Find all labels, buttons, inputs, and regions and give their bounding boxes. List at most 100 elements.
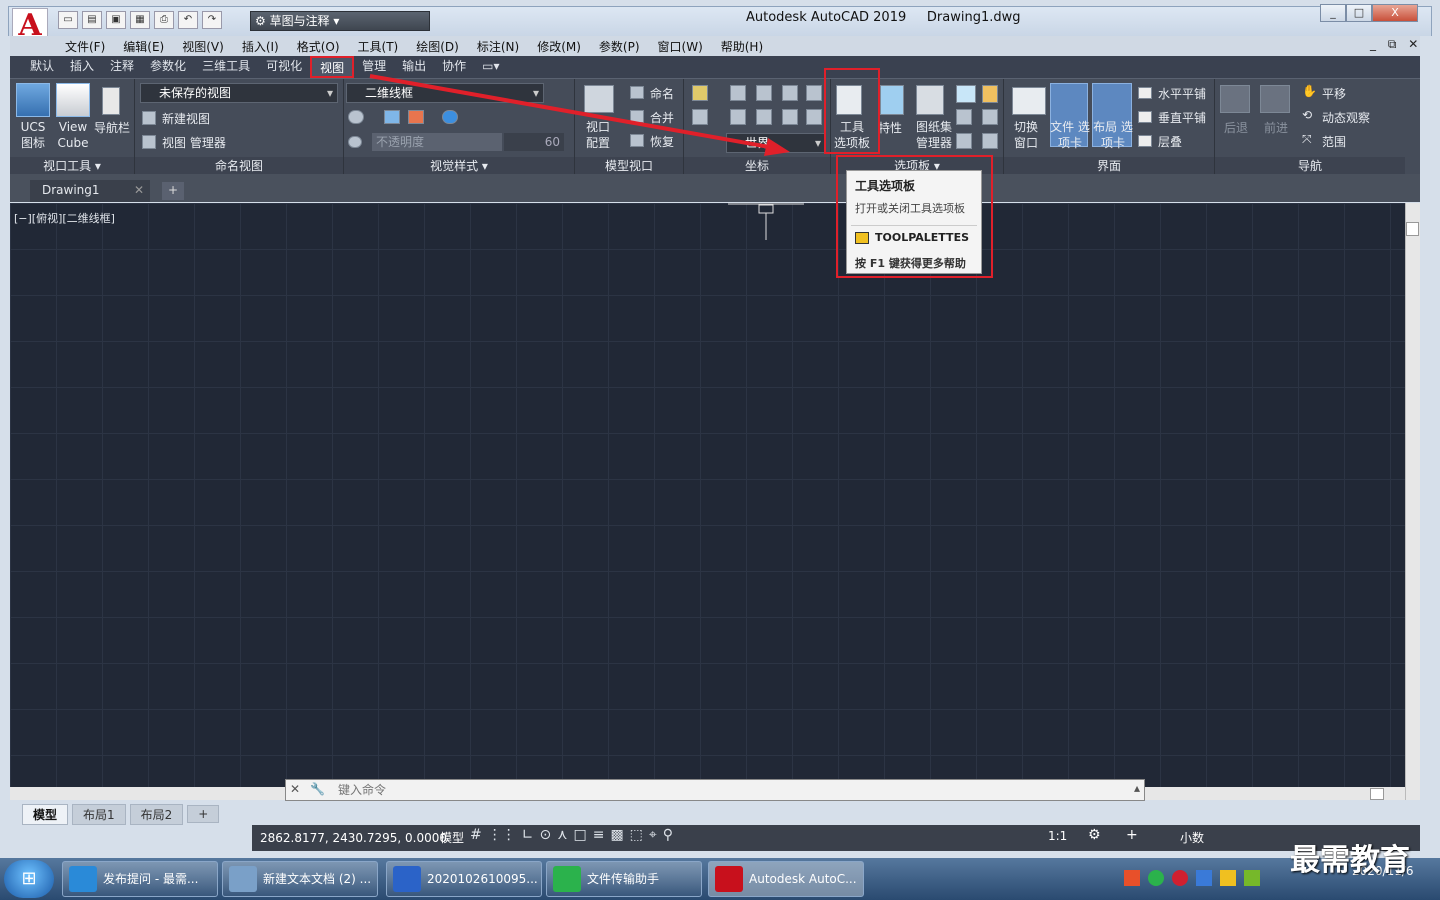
dbconnect-icon[interactable]	[956, 133, 972, 149]
new-view-button[interactable]: 新建视图	[162, 110, 210, 127]
menu-dimension[interactable]: 标注(N)	[477, 36, 531, 56]
ucs-view-icon[interactable]	[806, 85, 822, 101]
design-center-icon[interactable]	[982, 85, 998, 103]
maximize-button[interactable]: □	[1346, 4, 1372, 22]
calculator-icon[interactable]	[982, 109, 998, 125]
save-icon[interactable]: ▣	[106, 11, 126, 29]
transparency-icon[interactable]: ▩	[610, 827, 623, 843]
osnap-icon[interactable]: □	[573, 827, 586, 843]
coordinates-display[interactable]: 2862.8177, 2430.7295, 0.0000	[256, 828, 447, 848]
menu-parametric[interactable]: 参数(P)	[599, 36, 652, 56]
wechat-tray-icon[interactable]	[1148, 870, 1164, 886]
shield-icon[interactable]	[1196, 870, 1212, 886]
ortho-icon[interactable]: ∟	[522, 827, 534, 843]
command-input[interactable]	[338, 782, 1118, 798]
tab-3d-tools[interactable]: 三维工具	[194, 56, 258, 78]
close-button[interactable]: X	[1372, 4, 1418, 22]
menu-edit[interactable]: 编辑(E)	[123, 36, 176, 56]
menu-window[interactable]: 窗口(W)	[658, 36, 715, 56]
back-view-icon[interactable]	[1220, 85, 1250, 113]
menu-view[interactable]: 视图(V)	[182, 36, 236, 56]
horizontal-scroll-thumb[interactable]	[1370, 788, 1384, 800]
model-space-button[interactable]: 模型	[440, 829, 464, 846]
new-tab-button[interactable]: +	[162, 182, 184, 200]
taskbar-item-word[interactable]: 2020102610095...	[386, 861, 542, 897]
menu-draw[interactable]: 绘图(D)	[416, 36, 471, 56]
menu-modify[interactable]: 修改(M)	[537, 36, 593, 56]
tab-default[interactable]: 默认	[22, 56, 62, 78]
sheetset-icon[interactable]	[916, 85, 944, 115]
panel-title-viewport-tools[interactable]: 视口工具 ▾	[10, 157, 134, 175]
properties-icon[interactable]	[880, 85, 904, 115]
doc-window-controls[interactable]: _ ⧉ ✕	[1370, 37, 1422, 52]
vertical-scrollbar[interactable]	[1405, 203, 1420, 800]
isodraft-icon[interactable]: ⋏	[557, 827, 567, 843]
vertical-scroll-thumb[interactable]	[1406, 222, 1419, 236]
taskbar-item-wechat[interactable]: 文件传输助手	[546, 861, 702, 897]
forward-view-button[interactable]: 前进	[1264, 119, 1288, 136]
ucs-previous-icon[interactable]	[806, 109, 822, 125]
tab-layout1[interactable]: 布局1	[72, 803, 126, 825]
close-cmd-icon[interactable]: ✕	[290, 782, 300, 796]
tab-layout2[interactable]: 布局2	[129, 803, 184, 825]
external-ref-icon[interactable]	[982, 133, 998, 149]
extents-button[interactable]: 范围	[1322, 133, 1346, 150]
minimize-button[interactable]: _	[1320, 4, 1346, 22]
nvidia-icon[interactable]	[1244, 870, 1260, 886]
switch-window-icon[interactable]	[1012, 87, 1046, 115]
3dosnap-icon[interactable]: ⌖	[649, 827, 657, 843]
sheetset-button[interactable]: 图纸集 管理器	[912, 119, 956, 151]
menu-help[interactable]: 帮助(H)	[721, 36, 775, 56]
annotation-icon[interactable]: ⚲	[663, 827, 673, 843]
open-folder-icon[interactable]: ▤	[82, 11, 102, 29]
save-as-icon[interactable]: ▦	[130, 11, 150, 29]
print-icon[interactable]: ⎙	[154, 11, 174, 29]
selection-cycle-icon[interactable]: ⬚	[630, 827, 643, 843]
tab-insert[interactable]: 插入	[62, 56, 102, 78]
add-layout-button[interactable]: +	[187, 805, 220, 823]
tile-vertical-button[interactable]: 垂直平铺	[1158, 109, 1206, 126]
add-icon[interactable]: +	[1126, 827, 1138, 843]
command-line-icon[interactable]	[956, 85, 976, 103]
navbar-icon[interactable]	[102, 87, 120, 115]
wrench-icon[interactable]: 🔧	[310, 782, 325, 796]
new-file-icon[interactable]: ▭	[58, 11, 78, 29]
network-icon[interactable]	[1220, 870, 1236, 886]
tab-parametric[interactable]: 参数化	[142, 56, 194, 78]
command-history-icon[interactable]: ▴	[1134, 781, 1140, 795]
tab-visualize[interactable]: 可视化	[258, 56, 310, 78]
viewport-controls-label[interactable]: [−][俯视][二维线框]	[14, 210, 115, 226]
tab-model[interactable]: 模型	[22, 803, 69, 825]
weibo-icon[interactable]	[1172, 870, 1188, 886]
taskbar-item-notepad[interactable]: 新建文本文档 (2) ...	[222, 861, 378, 897]
menu-file[interactable]: 文件(F)	[65, 36, 117, 56]
snap-icon[interactable]: ⋮⋮	[488, 827, 516, 843]
polar-icon[interactable]: ⊙	[539, 827, 551, 843]
taskbar-item-ie[interactable]: 发布提问 - 最需...	[62, 861, 218, 897]
close-tab-icon[interactable]: ✕	[134, 180, 144, 200]
redo-icon[interactable]: ↷	[202, 11, 222, 29]
taskbar-item-autocad[interactable]: Autodesk AutoC...	[708, 861, 864, 897]
panel-title-visual-styles[interactable]: 视觉样式 ▾	[344, 157, 574, 175]
viewcube-icon[interactable]	[56, 83, 90, 117]
sogou-icon[interactable]	[1124, 870, 1140, 886]
forward-view-icon[interactable]	[1260, 85, 1290, 113]
menu-format[interactable]: 格式(O)	[297, 36, 352, 56]
lineweight-icon[interactable]: ≡	[593, 827, 605, 843]
drawing-canvas[interactable]	[10, 203, 1405, 800]
file-tab-drawing1[interactable]: Drawing1 ✕	[30, 180, 150, 202]
cascade-button[interactable]: 层叠	[1158, 133, 1182, 150]
settings-gear-icon[interactable]: ⚙	[1088, 827, 1101, 843]
start-button[interactable]: ⊞	[4, 860, 54, 898]
tab-view[interactable]: 视图	[310, 56, 355, 78]
ucs-icon[interactable]	[16, 83, 50, 117]
menu-tools[interactable]: 工具(T)	[358, 36, 411, 56]
undo-icon[interactable]: ↶	[178, 11, 198, 29]
markup-icon[interactable]	[956, 109, 972, 125]
named-view-dropdown[interactable]: 未保存的视图	[140, 83, 338, 103]
grid-icon[interactable]: #	[470, 827, 482, 843]
units-display[interactable]: 小数	[1180, 829, 1204, 846]
tile-horizontal-button[interactable]: 水平平铺	[1158, 85, 1206, 102]
switch-window-button[interactable]: 切换 窗口	[1014, 119, 1044, 151]
tab-annotate[interactable]: 注释	[102, 56, 142, 78]
